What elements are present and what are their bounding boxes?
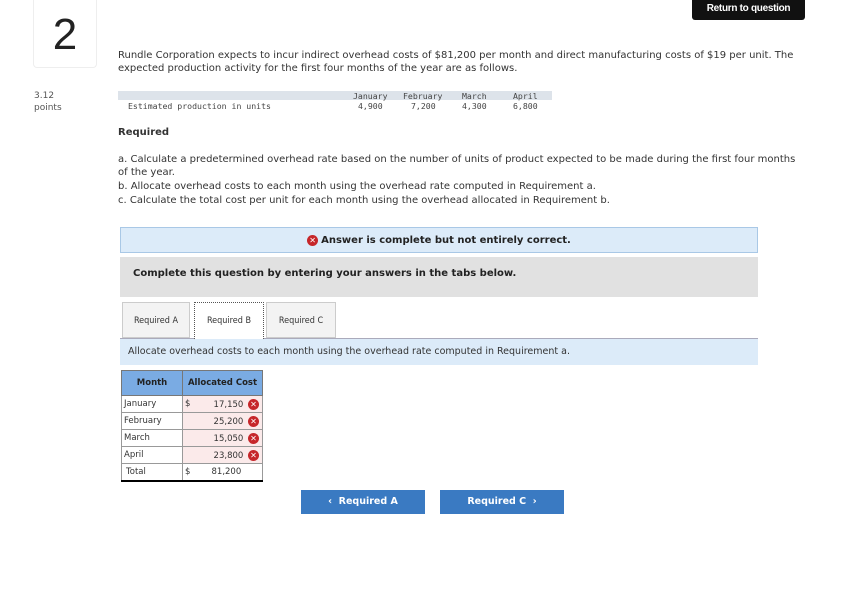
tab-required-c[interactable]: Required C <box>266 302 336 338</box>
table-row: February 25,200 ✕ <box>121 412 263 430</box>
status-text: Answer is complete but not entirely corr… <box>321 235 571 246</box>
allocated-cost-table: Month Allocated Cost January $ 17,150 ✕ F… <box>121 370 263 482</box>
prev-required-a-button[interactable]: ‹ Required A <box>301 490 425 514</box>
question-number: 2 <box>33 0 97 68</box>
table-row: April 23,800 ✕ <box>121 446 263 464</box>
incorrect-icon: ✕ <box>248 449 259 461</box>
requirements-list: a. Calculate a predetermined overhead ra… <box>118 153 798 208</box>
error-icon: ✕ <box>307 234 319 246</box>
total-row: Total $ 81,200 <box>121 463 263 482</box>
question-intro: Rundle Corporation expects to incur indi… <box>118 50 794 74</box>
dollar-sign <box>182 429 200 447</box>
requirement-a: a. Calculate a predetermined overhead ra… <box>118 154 796 178</box>
allocated-cost-input[interactable]: 17,150 ✕ <box>199 395 263 413</box>
tab-description: Allocate overhead costs to each month us… <box>120 339 758 365</box>
incorrect-icon: ✕ <box>248 432 259 444</box>
chevron-left-icon: ‹ <box>328 496 339 507</box>
requirement-b: b. Allocate overhead costs to each month… <box>118 181 596 192</box>
tab-required-b[interactable]: Required B <box>194 302 264 339</box>
month-cell: March <box>121 429 183 447</box>
points: 3.12 points <box>34 90 62 114</box>
dollar-sign: $ <box>182 463 200 482</box>
total-value: 81,200 <box>199 463 263 482</box>
prev-label: Required A <box>338 496 398 507</box>
cost-value: 17,150 <box>213 399 244 410</box>
cost-value: 23,800 <box>213 450 244 461</box>
dollar-sign <box>182 446 200 464</box>
table-row: March 15,050 ✕ <box>121 429 263 447</box>
dollar-sign <box>182 412 200 430</box>
table-row: January $ 17,150 ✕ <box>121 395 263 413</box>
header-month: Month <box>121 370 183 396</box>
dollar-sign: $ <box>182 395 200 413</box>
tab-required-a[interactable]: Required A <box>122 302 190 338</box>
instruction-bar: Complete this question by entering your … <box>120 257 758 297</box>
required-heading: Required <box>118 127 170 138</box>
return-to-question-button[interactable]: Return to question <box>692 0 805 20</box>
next-label: Required C <box>467 496 527 507</box>
answer-status-banner: ✕ Answer is complete but not entirely cor… <box>120 227 758 253</box>
production-value: 4,300 <box>462 101 487 111</box>
cost-value: 25,200 <box>213 416 244 427</box>
row-label: Estimated production in units <box>128 101 271 111</box>
allocated-cost-input[interactable]: 25,200 ✕ <box>199 412 263 430</box>
production-value: 4,900 <box>358 101 383 111</box>
points-value: 3.12 <box>34 91 55 101</box>
production-table: January February March April Estimated p… <box>118 91 552 112</box>
month-cell: January <box>121 395 183 413</box>
incorrect-icon: ✕ <box>248 398 259 410</box>
next-required-c-button[interactable]: Required C › <box>440 490 564 514</box>
cost-value: 15,050 <box>213 433 244 444</box>
total-label: Total <box>121 463 183 482</box>
chevron-right-icon: › <box>526 496 537 507</box>
month-cell: April <box>121 446 183 464</box>
incorrect-icon: ✕ <box>248 415 259 427</box>
production-value: 6,800 <box>513 101 538 111</box>
requirement-c: c. Calculate the total cost per unit for… <box>118 195 610 206</box>
points-label: points <box>34 103 62 113</box>
header-allocated-cost: Allocated Cost <box>182 370 263 396</box>
allocated-cost-input[interactable]: 23,800 ✕ <box>199 446 263 464</box>
month-cell: February <box>121 412 183 430</box>
production-value: 7,200 <box>411 101 436 111</box>
allocated-cost-input[interactable]: 15,050 ✕ <box>199 429 263 447</box>
